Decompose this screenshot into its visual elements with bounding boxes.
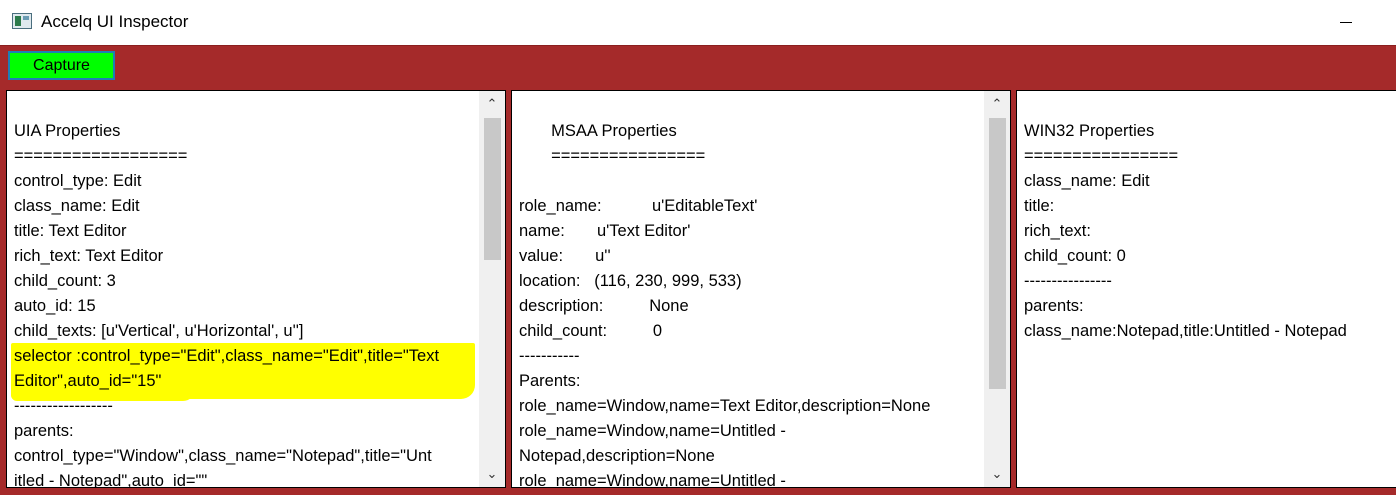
title-bar: Accelq UI Inspector (0, 0, 1396, 46)
uia-properties-text: UIA Properties ================== contro… (14, 119, 440, 488)
text-line: title: (1024, 197, 1055, 215)
text-line: auto_id: 15 (14, 297, 96, 315)
text-line: ---------------- (1024, 272, 1112, 290)
text-line: location: (116, 230, 999, 533) (519, 272, 742, 290)
text-line: role_name: u'EditableText' (519, 197, 758, 215)
capture-button[interactable]: Capture (8, 51, 115, 80)
uia-properties-panel[interactable]: UIA Properties ================== contro… (6, 90, 506, 488)
text-line (519, 169, 930, 194)
text-line: class_name: Edit (1024, 172, 1150, 190)
bottom-border (0, 488, 1396, 495)
text-line: child_count: 0 (1024, 247, 1126, 265)
chevron-down-icon[interactable]: ⌄ (479, 463, 505, 485)
text-line: parents: (1024, 297, 1084, 315)
app-icon (12, 13, 32, 29)
selector-line: selector :control_type="Edit",class_name… (14, 347, 440, 365)
text-line: rich_text: (1024, 222, 1091, 240)
text-line: child_count: 0 (519, 322, 663, 340)
text-line: control_type: Edit (14, 172, 142, 190)
text-line: child_count: 3 (14, 272, 116, 290)
text-line: value: u'' (519, 247, 611, 265)
text-line: class_name: Edit (14, 197, 140, 215)
text-line: description: None (519, 297, 689, 315)
text-line: ================== (14, 147, 188, 165)
text-line: UIA Properties (14, 122, 121, 140)
scroll-thumb[interactable] (989, 118, 1006, 389)
text-line: child_texts: [u'Vertical', u'Horizontal'… (14, 322, 304, 340)
text-line: role_name=Window,name=Untitled - (519, 472, 786, 488)
text-line: ================ (519, 147, 706, 165)
window-title: Accelq UI Inspector (41, 12, 189, 31)
text-line: role_name=Window,name=Text Editor,descri… (519, 397, 931, 415)
msaa-properties-text: MSAA Properties ================ role_na… (519, 119, 931, 488)
text-line: ----------- (519, 347, 580, 365)
text-line: WIN32 Properties (1024, 122, 1155, 140)
text-line: role_name=Window,name=Untitled - (519, 422, 786, 440)
msaa-properties-panel[interactable]: MSAA Properties ================ role_na… (511, 90, 1011, 488)
selector-line: Editor",auto_id="15" (14, 372, 162, 390)
text-line: ================ (1024, 147, 1179, 165)
win32-properties-text: WIN32 Properties ================ class_… (1024, 119, 1347, 344)
text-line: ------------------ (14, 397, 113, 415)
uia-scrollbar[interactable]: ⌃ ⌄ (479, 91, 505, 487)
text-line: itled - Notepad",auto_id="" (14, 472, 208, 488)
chevron-up-icon[interactable]: ⌃ (984, 93, 1010, 115)
text-line: MSAA Properties (519, 122, 677, 140)
chevron-up-icon[interactable]: ⌃ (479, 93, 505, 115)
text-line: title: Text Editor (14, 222, 127, 240)
win32-properties-panel[interactable]: WIN32 Properties ================ class_… (1016, 90, 1396, 488)
text-line: Parents: (519, 372, 581, 390)
text-line: name: u'Text Editor' (519, 222, 691, 240)
text-line: parents: (14, 422, 74, 440)
text-line: class_name:Notepad,title:Untitled - Note… (1024, 322, 1347, 340)
toolbar: Capture (0, 46, 1396, 88)
text-line: control_type="Window",class_name="Notepa… (14, 447, 432, 465)
msaa-scrollbar[interactable]: ⌃ ⌄ (984, 91, 1010, 487)
minimize-button[interactable] (1340, 22, 1352, 23)
chevron-down-icon[interactable]: ⌄ (984, 463, 1010, 485)
text-line: Notepad,description=None (519, 447, 715, 465)
text-line: rich_text: Text Editor (14, 247, 164, 265)
scroll-thumb[interactable] (484, 118, 501, 260)
